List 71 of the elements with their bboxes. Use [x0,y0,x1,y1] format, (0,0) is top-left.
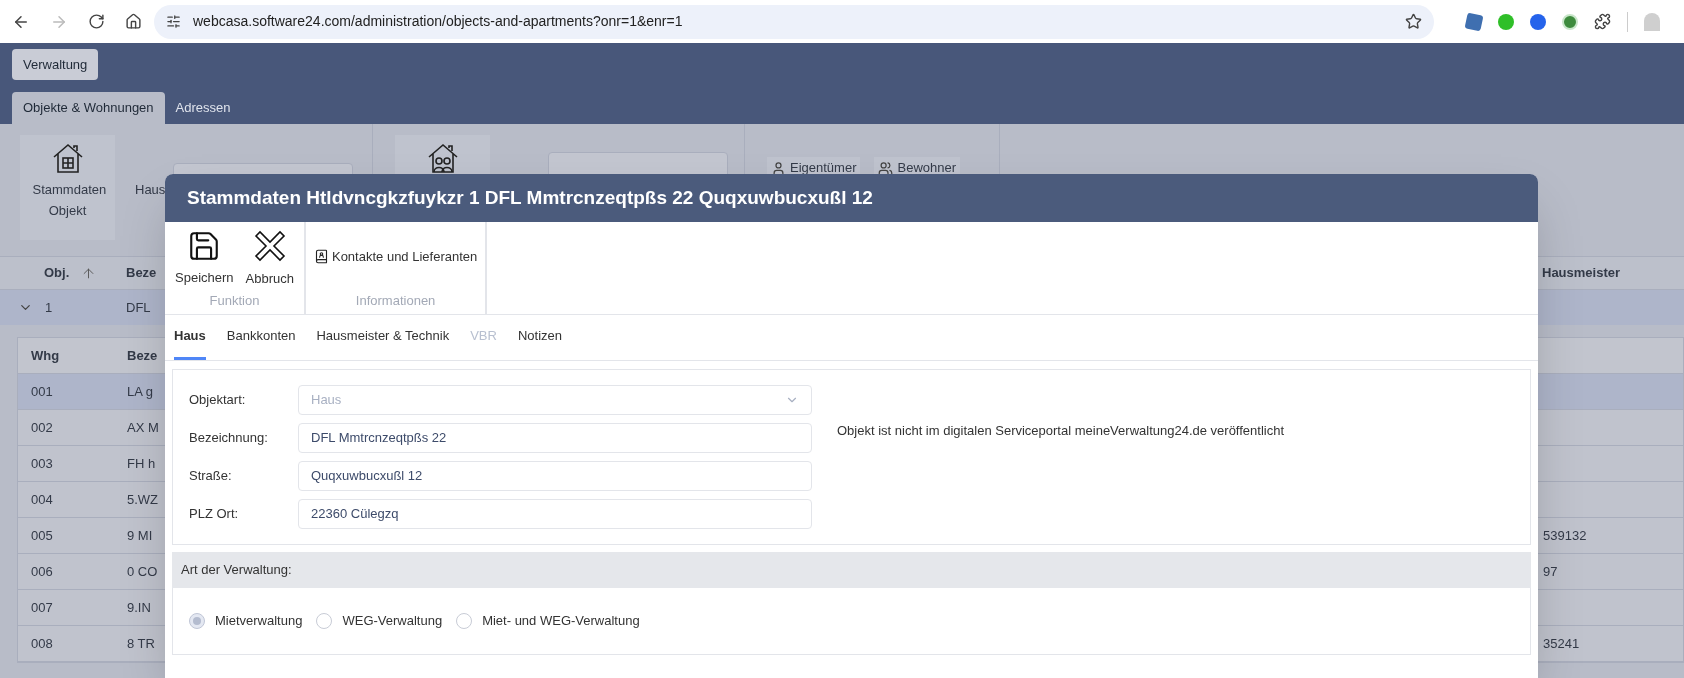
table-cell-text: FH h [127,454,156,473]
dialog-tab[interactable]: Notizen [517,315,562,360]
column-header[interactable]: Beze [126,263,157,283]
extension-icon[interactable] [1498,13,1514,30]
table-cell-text: 005 [30,526,54,545]
radio-button[interactable] [456,613,473,629]
extension-icon[interactable] [1530,13,1546,30]
app-tab[interactable]: Objekte & Wohnungen [12,92,165,124]
column-header[interactable]: Beze [127,345,158,366]
address-book-icon [313,248,329,264]
home-icon[interactable] [125,13,142,30]
dialog-title: Stammdaten Htldvncgkzfuykzr 1 DFL Mmtrcnzeqtpßs 22 Quqxuwbucxußl 12 [187,185,873,210]
table-cell-text: 8 TR [127,634,155,653]
radio-option[interactable]: Mietverwaltung [189,611,303,631]
table-cell-text: 008 [30,634,54,653]
table-cell-text: 1 [45,298,53,317]
dialog-tab[interactable]: Hausmeister & Technik [316,315,450,360]
table-cell-text: 35241 [1543,634,1580,653]
address-bar[interactable]: webcasa.software24.com/administration/objects-and-apartments?onr=1&enr=1 [154,4,1434,39]
table-cell-text: 001 [30,382,54,401]
table-cell-text: 007 [30,598,54,617]
url-text: webcasa.software24.com/administration/objects-and-apartments?onr=1&enr=1 [193,12,684,31]
person-icon [771,160,786,176]
dialog-tab[interactable]: Bankkonten [226,315,296,360]
toolbar-button[interactable]: Abbruch [243,224,296,289]
column-header[interactable]: Hausmeister [1542,263,1621,283]
object-master-data-button[interactable]: Stammdaten Objekt [20,135,115,240]
app-tab[interactable]: Adressen [164,92,242,124]
table-cell-text: DFL [126,298,151,317]
extension-icon[interactable] [1562,13,1578,30]
extension-icon[interactable] [1464,12,1484,31]
input-field[interactable]: Quqxuwbucxußl 12 [298,461,812,491]
radio-button[interactable] [189,613,205,629]
input-field[interactable]: DFL Mmtrcnzeqtpßs 22 [298,423,812,453]
portal-notice: Objekt ist nicht im digitalen Serviceportal meineVerwaltung24.de veröffentlicht [837,422,1285,440]
column-header[interactable]: Obj. [44,263,70,283]
table-cell-text: 0 CO [127,562,158,581]
group-label: Funktion [209,291,260,310]
table-cell-text: 539132 [1543,526,1587,545]
table-cell-text: 003 [30,454,54,473]
dialog-tab[interactable]: Haus [174,315,206,360]
table-cell-text: 97 [1543,562,1558,581]
field-label: PLZ Ort: [189,505,240,524]
table-cell-text: LA g [127,382,154,401]
toolbar-button[interactable]: Kontakte und Lieferanten [313,246,478,266]
table-cell-text: 9.IN [127,598,151,617]
field-label: Haus [135,181,166,199]
extensions-icon[interactable] [1594,13,1611,30]
table-cell-text: AX M [127,418,159,437]
table-cell-text: 002 [30,418,54,437]
column-header[interactable]: Whg [18,345,127,366]
bookmark-star-icon[interactable] [1405,13,1422,30]
radio-button[interactable] [316,613,333,629]
field-label: Objektart: [189,391,247,410]
radio-option[interactable]: Miet- und WEG-Verwaltung [456,611,640,631]
table-cell-text: 006 [30,562,54,581]
table-cell-text: 9 MI [127,526,153,545]
group-label: Informationen [355,291,436,310]
people-icon [878,160,894,176]
input-field[interactable]: 22360 Cülegzq [298,499,812,529]
field-label: Bezeichnung: [189,429,269,448]
field-label: Straße: [189,467,233,486]
sort-ascending-icon[interactable] [81,265,97,281]
table-cell-text: 5.WZ [127,490,159,509]
toolbar-button[interactable]: Speichern [173,225,236,288]
menu-button[interactable]: Verwaltung [12,49,99,80]
section-title: Art der Verwaltung: [181,561,292,580]
reload-icon[interactable] [88,13,105,30]
site-settings-icon[interactable] [166,14,181,29]
radio-option[interactable]: WEG-Verwaltung [316,611,443,631]
table-cell-text: 004 [30,490,54,509]
